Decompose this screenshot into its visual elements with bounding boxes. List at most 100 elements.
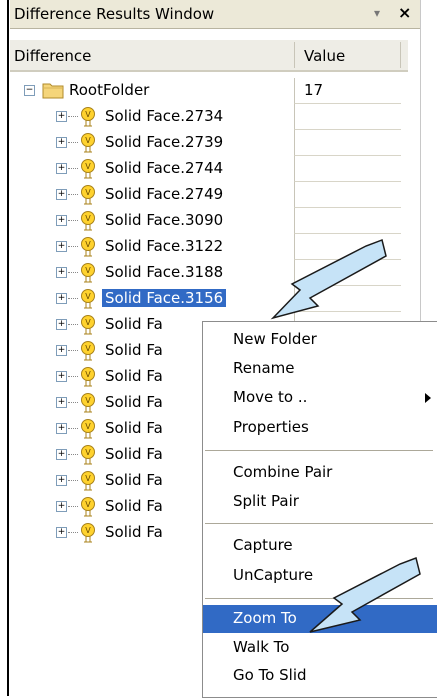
expand-icon[interactable]: + [56, 189, 67, 200]
tree-connector [68, 194, 78, 195]
svg-text:V: V [85, 266, 91, 275]
solid-face-icon: V [81, 133, 95, 153]
svg-text:V: V [85, 396, 91, 405]
solid-face-icon: V [81, 341, 95, 361]
tree-row-item[interactable]: + V Solid Face.3122 [10, 234, 408, 260]
tree-row-item[interactable]: + V Solid Face.3156 [10, 286, 408, 312]
expand-icon[interactable]: + [56, 215, 67, 226]
expand-icon[interactable]: + [56, 397, 67, 408]
menu-item-uncapture[interactable]: UnCapture [203, 562, 437, 590]
menu-item-new-folder[interactable]: New Folder [203, 326, 437, 354]
tree-connector [68, 428, 78, 429]
menu-item-split-pair[interactable]: Split Pair [203, 488, 437, 516]
expand-icon[interactable]: + [56, 293, 67, 304]
tree-row-item[interactable]: + V Solid Face.2739 [10, 130, 408, 156]
expand-icon[interactable]: + [56, 423, 67, 434]
svg-text:V: V [85, 500, 91, 509]
solid-face-icon: V [81, 263, 95, 283]
menu-divider [205, 598, 433, 599]
menu-item-go-to-slide[interactable]: Go To Slid [203, 662, 437, 690]
expand-icon[interactable]: + [56, 475, 67, 486]
tree-label: Solid Fa [105, 523, 163, 541]
tree-row-item[interactable]: + V Solid Face.3090 [10, 208, 408, 234]
tree-label: Solid Face.2744 [105, 159, 224, 177]
column-separator[interactable] [294, 42, 295, 68]
tree-connector [68, 142, 78, 143]
solid-face-icon: V [81, 185, 95, 205]
value-cell [294, 234, 401, 260]
svg-text:V: V [85, 526, 91, 535]
expand-icon[interactable]: + [56, 319, 67, 330]
tree-row-item[interactable]: + V Solid Face.3188 [10, 260, 408, 286]
tree-label: Solid Face.3188 [105, 263, 224, 281]
svg-text:V: V [85, 292, 91, 301]
expand-icon[interactable]: + [56, 163, 67, 174]
tree-label: Solid Face.2734 [105, 107, 224, 125]
tree-row-item[interactable]: + V Solid Face.2744 [10, 156, 408, 182]
value-cell [294, 286, 401, 312]
solid-face-icon: V [81, 523, 95, 543]
expand-icon[interactable]: + [56, 345, 67, 356]
svg-text:V: V [85, 136, 91, 145]
svg-text:V: V [85, 344, 91, 353]
solid-face-icon: V [81, 211, 95, 231]
close-icon[interactable]: × [398, 3, 411, 22]
value-cell [294, 208, 401, 234]
menu-item-capture[interactable]: Capture [203, 532, 437, 560]
tree-row-item[interactable]: + V Solid Face.2734 [10, 104, 408, 130]
solid-face-icon: V [81, 419, 95, 439]
pin-dropdown-icon[interactable]: ▾ [374, 6, 380, 20]
column-header-value[interactable]: Value [304, 47, 345, 65]
svg-text:V: V [85, 188, 91, 197]
tree-label: Solid Face.2739 [105, 133, 224, 151]
tree-label: Solid Fa [105, 419, 163, 437]
tree-label: Solid Face.3156 [102, 289, 227, 307]
column-header-difference[interactable]: Difference [14, 47, 91, 65]
tree-row-root[interactable]: − RootFolder 17 [10, 78, 408, 104]
expand-icon[interactable]: + [56, 241, 67, 252]
svg-text:V: V [85, 110, 91, 119]
menu-item-rename[interactable]: Rename [203, 355, 437, 383]
tree-connector [68, 220, 78, 221]
tree-connector [68, 116, 78, 117]
tree-label: Solid Face.3090 [105, 211, 224, 229]
tree-connector [68, 272, 78, 273]
tree-row-item[interactable]: + V Solid Face.2749 [10, 182, 408, 208]
expand-icon[interactable]: + [56, 137, 67, 148]
tree-connector [68, 402, 78, 403]
column-header: Difference Value [10, 40, 408, 72]
tree-connector [68, 506, 78, 507]
expand-icon[interactable]: + [56, 267, 67, 278]
folder-icon [42, 83, 64, 99]
expand-icon[interactable]: + [56, 111, 67, 122]
solid-face-icon: V [81, 445, 95, 465]
solid-face-icon: V [81, 471, 95, 491]
tree-label: Solid Face.3122 [105, 237, 224, 255]
tree-connector [68, 324, 78, 325]
svg-text:V: V [85, 370, 91, 379]
expand-icon[interactable]: + [56, 501, 67, 512]
svg-text:V: V [85, 214, 91, 223]
collapse-icon[interactable]: − [24, 85, 35, 96]
menu-item-zoom-to[interactable]: Zoom To [203, 605, 437, 633]
menu-item-walk-to[interactable]: Walk To [203, 634, 437, 662]
solid-face-icon: V [81, 367, 95, 387]
svg-text:V: V [85, 422, 91, 431]
expand-icon[interactable]: + [56, 449, 67, 460]
menu-item-move-to[interactable]: Move to .. [203, 384, 437, 412]
tree-label: Solid Fa [105, 393, 163, 411]
tree-connector [68, 532, 78, 533]
column-separator[interactable] [400, 42, 401, 68]
value-cell [294, 260, 401, 286]
svg-text:V: V [85, 162, 91, 171]
menu-item-combine-pair[interactable]: Combine Pair [203, 459, 437, 487]
menu-item-properties[interactable]: Properties [203, 414, 437, 442]
tree-connector [68, 376, 78, 377]
solid-face-icon: V [81, 497, 95, 517]
window-title: Difference Results Window [14, 5, 215, 23]
expand-icon[interactable]: + [56, 527, 67, 538]
tree-label: Solid Fa [105, 341, 163, 359]
value-cell [294, 182, 401, 208]
expand-icon[interactable]: + [56, 371, 67, 382]
menu-divider [205, 450, 433, 451]
